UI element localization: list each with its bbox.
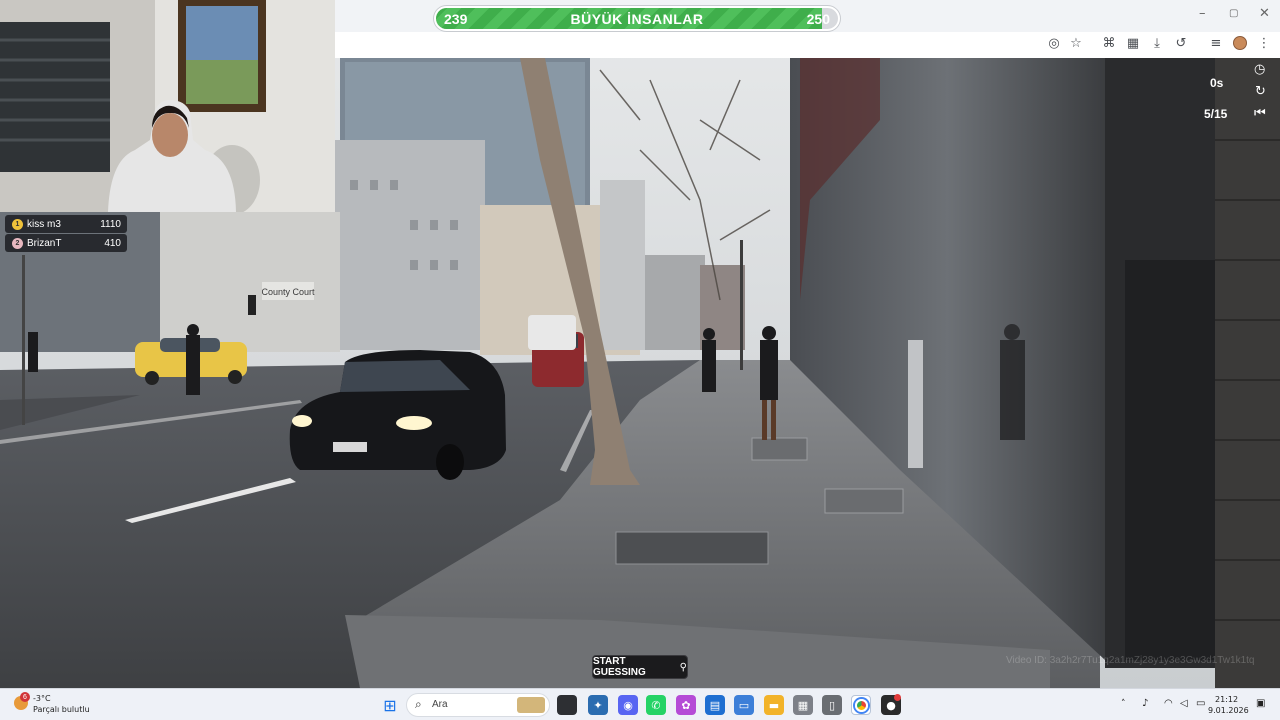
mouse-app-icon[interactable]: ▯ [822, 695, 842, 715]
round-counter: 5/15 [1204, 107, 1228, 121]
player-score: 410 [104, 237, 121, 249]
playlist-icon[interactable]: ≡ [1207, 34, 1225, 52]
rank-badge: 1 [12, 218, 23, 230]
rewind-icon[interactable]: ⏮ [1254, 106, 1266, 121]
file-explorer-icon[interactable]: ▬ [764, 695, 784, 715]
copilot-icon[interactable]: ✦ [588, 695, 608, 715]
search-placeholder: Ara [432, 699, 448, 710]
history-icon[interactable]: ↺ [1172, 34, 1190, 52]
maximize-button[interactable]: ▢ [1229, 8, 1238, 19]
search-highlight-icon [517, 697, 545, 713]
task-view-icon[interactable] [557, 695, 577, 715]
obs-notification-dot [894, 694, 901, 701]
whatsapp-icon[interactable]: ✆ [646, 695, 666, 715]
weather-badge: 6 [20, 692, 30, 702]
webcam-graphic [0, 0, 335, 212]
rank-badge: 2 [12, 237, 23, 249]
video-id-text: Video ID: 3a2h2r7Tu1q2a1mZj28y1y3e3Gw3d1… [1006, 655, 1255, 666]
chrome-icon[interactable] [851, 695, 871, 715]
wifi-icon[interactable]: ◠ [1164, 698, 1173, 709]
refresh-icon[interactable]: ↻ [1255, 84, 1266, 99]
leaderboard: 1 kiss m3 1110 2 BrizanT 410 [5, 215, 127, 253]
clock-icon[interactable]: ◷ [1254, 62, 1265, 77]
battery-icon[interactable]: ▭ [1196, 698, 1205, 709]
store-icon[interactable]: ▤ [705, 695, 725, 715]
taskbar: 6 -3°C Parçalı bulutlu ⊞ ⌕ Ara ✦ ◉ ✆ ✿ ▤… [0, 688, 1280, 720]
notification-icon[interactable]: ▣ [1256, 698, 1265, 709]
screen: County Court 1 kiss m3 1110 2 BrizanT 41… [0, 0, 1280, 720]
qr-icon[interactable]: ▦ [1124, 34, 1142, 52]
discord-icon[interactable]: ◉ [618, 695, 638, 715]
download-icon[interactable]: ⤓ [1148, 34, 1166, 52]
star-icon[interactable]: ☆ [1067, 34, 1085, 52]
photos-icon[interactable]: ▭ [734, 695, 754, 715]
level-title: BÜYÜK İNSANLAR [570, 11, 704, 27]
timer-text: 0s [1210, 76, 1224, 90]
clock-date[interactable]: 9.01.2026 [1208, 706, 1249, 715]
profile-avatar[interactable] [1231, 34, 1249, 52]
eye-off-icon[interactable]: ◎ [1045, 34, 1063, 52]
copilot-app-icon[interactable]: ✿ [676, 695, 696, 715]
chevron-up-icon[interactable]: ˄ [1121, 699, 1126, 709]
map-pin-icon: ⚲ [679, 661, 687, 673]
close-button[interactable]: ✕ [1259, 6, 1270, 21]
level-progress-bar: 239 BÜYÜK İNSANLAR 250 [434, 6, 840, 31]
level-next: 250 [806, 11, 830, 27]
weather-temp: -3°C [33, 694, 51, 703]
webcam-overlay [0, 0, 335, 212]
start-guessing-label: START GUESSING [593, 656, 646, 678]
minimize-button[interactable]: – [1199, 6, 1206, 21]
leaderboard-row: 1 kiss m3 1110 [5, 215, 127, 233]
weather-desc: Parçalı bulutlu [33, 705, 90, 714]
building-sign-text: County Court [261, 287, 315, 297]
leaderboard-row: 2 BrizanT 410 [5, 234, 127, 252]
volume-icon[interactable]: ◁ [1180, 698, 1188, 709]
start-guessing-button[interactable]: START GUESSING ⚲ [592, 655, 688, 679]
player-name: kiss m3 [27, 218, 61, 230]
search-icon: ⌕ [415, 697, 422, 711]
clock-time[interactable]: 21:12 [1215, 695, 1238, 704]
taskbar-search[interactable]: ⌕ Ara [406, 693, 550, 717]
calculator-icon[interactable]: ▦ [793, 695, 813, 715]
more-icon[interactable]: ⋮ [1255, 34, 1273, 52]
player-score: 1110 [100, 218, 121, 230]
microphone-icon[interactable]: ♪ [1142, 698, 1148, 709]
player-name: BrizanT [27, 237, 62, 249]
translate-icon[interactable]: ⌘ [1100, 34, 1118, 52]
start-button[interactable]: ⊞ [380, 695, 400, 715]
